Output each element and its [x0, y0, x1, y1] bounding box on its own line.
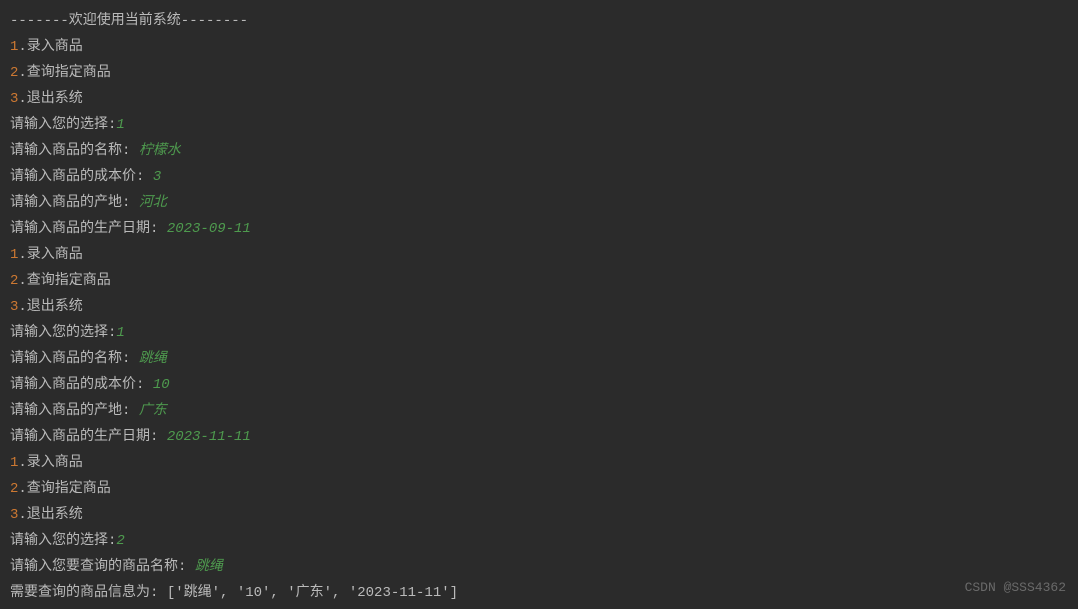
welcome-header: -------欢迎使用当前系统--------: [10, 8, 1068, 34]
prompt-date-2: 请输入商品的生产日期: 2023-11-11: [10, 424, 1068, 450]
prompt-origin-2: 请输入商品的产地: 广东: [10, 398, 1068, 424]
input-date-2[interactable]: 2023-11-11: [167, 429, 251, 445]
prompt-choice-label-2: 请输入您的选择:: [10, 325, 116, 341]
query-result-value: ['跳绳', '10', '广东', '2023-11-11']: [167, 585, 458, 601]
prompt-choice-1: 请输入您的选择:1: [10, 112, 1068, 138]
prompt-cost-2: 请输入商品的成本价: 10: [10, 372, 1068, 398]
input-name-1[interactable]: 柠檬水: [139, 143, 181, 159]
query-result-prefix: 需要查询的商品信息为:: [10, 585, 167, 601]
input-cost-1[interactable]: 3: [153, 169, 161, 185]
prompt-query-name: 请输入您要查询的商品名称: 跳绳: [10, 554, 1068, 580]
prompt-origin-label-2: 请输入商品的产地:: [10, 403, 139, 419]
input-choice-3[interactable]: 2: [116, 533, 124, 549]
menu-label-3: .退出系统: [18, 91, 82, 107]
prompt-choice-2: 请输入您的选择:1: [10, 320, 1068, 346]
input-choice-1[interactable]: 1: [116, 117, 124, 133]
prompt-cost-label-2: 请输入商品的成本价:: [10, 377, 153, 393]
menu-item-3-b: 3.退出系统: [10, 294, 1068, 320]
input-date-1[interactable]: 2023-09-11: [167, 221, 251, 237]
menu-item-1: 1.录入商品: [10, 34, 1068, 60]
input-name-2[interactable]: 跳绳: [139, 351, 167, 367]
query-result: 需要查询的商品信息为: ['跳绳', '10', '广东', '2023-11-…: [10, 580, 1068, 606]
menu-label-2: .查询指定商品: [18, 65, 110, 81]
input-choice-2[interactable]: 1: [116, 325, 124, 341]
prompt-name-label-2: 请输入商品的名称:: [10, 351, 139, 367]
menu-item-3: 3.退出系统: [10, 86, 1068, 112]
prompt-name-2: 请输入商品的名称: 跳绳: [10, 346, 1068, 372]
menu-item-1-c: 1.录入商品: [10, 450, 1068, 476]
prompt-name-label: 请输入商品的名称:: [10, 143, 139, 159]
menu-label-2-b: .查询指定商品: [18, 273, 110, 289]
menu-label-2-c: .查询指定商品: [18, 481, 110, 497]
menu-item-3-c: 3.退出系统: [10, 502, 1068, 528]
menu-label-3-c: .退出系统: [18, 507, 82, 523]
prompt-cost-1: 请输入商品的成本价: 3: [10, 164, 1068, 190]
prompt-origin-label: 请输入商品的产地:: [10, 195, 139, 211]
watermark-text: CSDN @SSS4362: [965, 575, 1066, 601]
prompt-date-label: 请输入商品的生产日期:: [10, 221, 167, 237]
input-origin-2[interactable]: 广东: [139, 403, 167, 419]
input-origin-1[interactable]: 河北: [139, 195, 167, 211]
menu-item-2-b: 2.查询指定商品: [10, 268, 1068, 294]
prompt-choice-label: 请输入您的选择:: [10, 117, 116, 133]
input-cost-2[interactable]: 10: [153, 377, 170, 393]
menu-label-3-b: .退出系统: [18, 299, 82, 315]
prompt-choice-label-3: 请输入您的选择:: [10, 533, 116, 549]
prompt-name-1: 请输入商品的名称: 柠檬水: [10, 138, 1068, 164]
menu-label-1: .录入商品: [18, 39, 82, 55]
prompt-origin-1: 请输入商品的产地: 河北: [10, 190, 1068, 216]
menu-label-1-b: .录入商品: [18, 247, 82, 263]
menu-item-2: 2.查询指定商品: [10, 60, 1068, 86]
prompt-query-name-label: 请输入您要查询的商品名称:: [10, 559, 195, 575]
menu-item-1-b: 1.录入商品: [10, 242, 1068, 268]
input-query-name[interactable]: 跳绳: [195, 559, 223, 575]
prompt-cost-label: 请输入商品的成本价:: [10, 169, 153, 185]
prompt-date-label-2: 请输入商品的生产日期:: [10, 429, 167, 445]
menu-label-1-c: .录入商品: [18, 455, 82, 471]
prompt-date-1: 请输入商品的生产日期: 2023-09-11: [10, 216, 1068, 242]
menu-item-2-c: 2.查询指定商品: [10, 476, 1068, 502]
prompt-choice-3: 请输入您的选择:2: [10, 528, 1068, 554]
